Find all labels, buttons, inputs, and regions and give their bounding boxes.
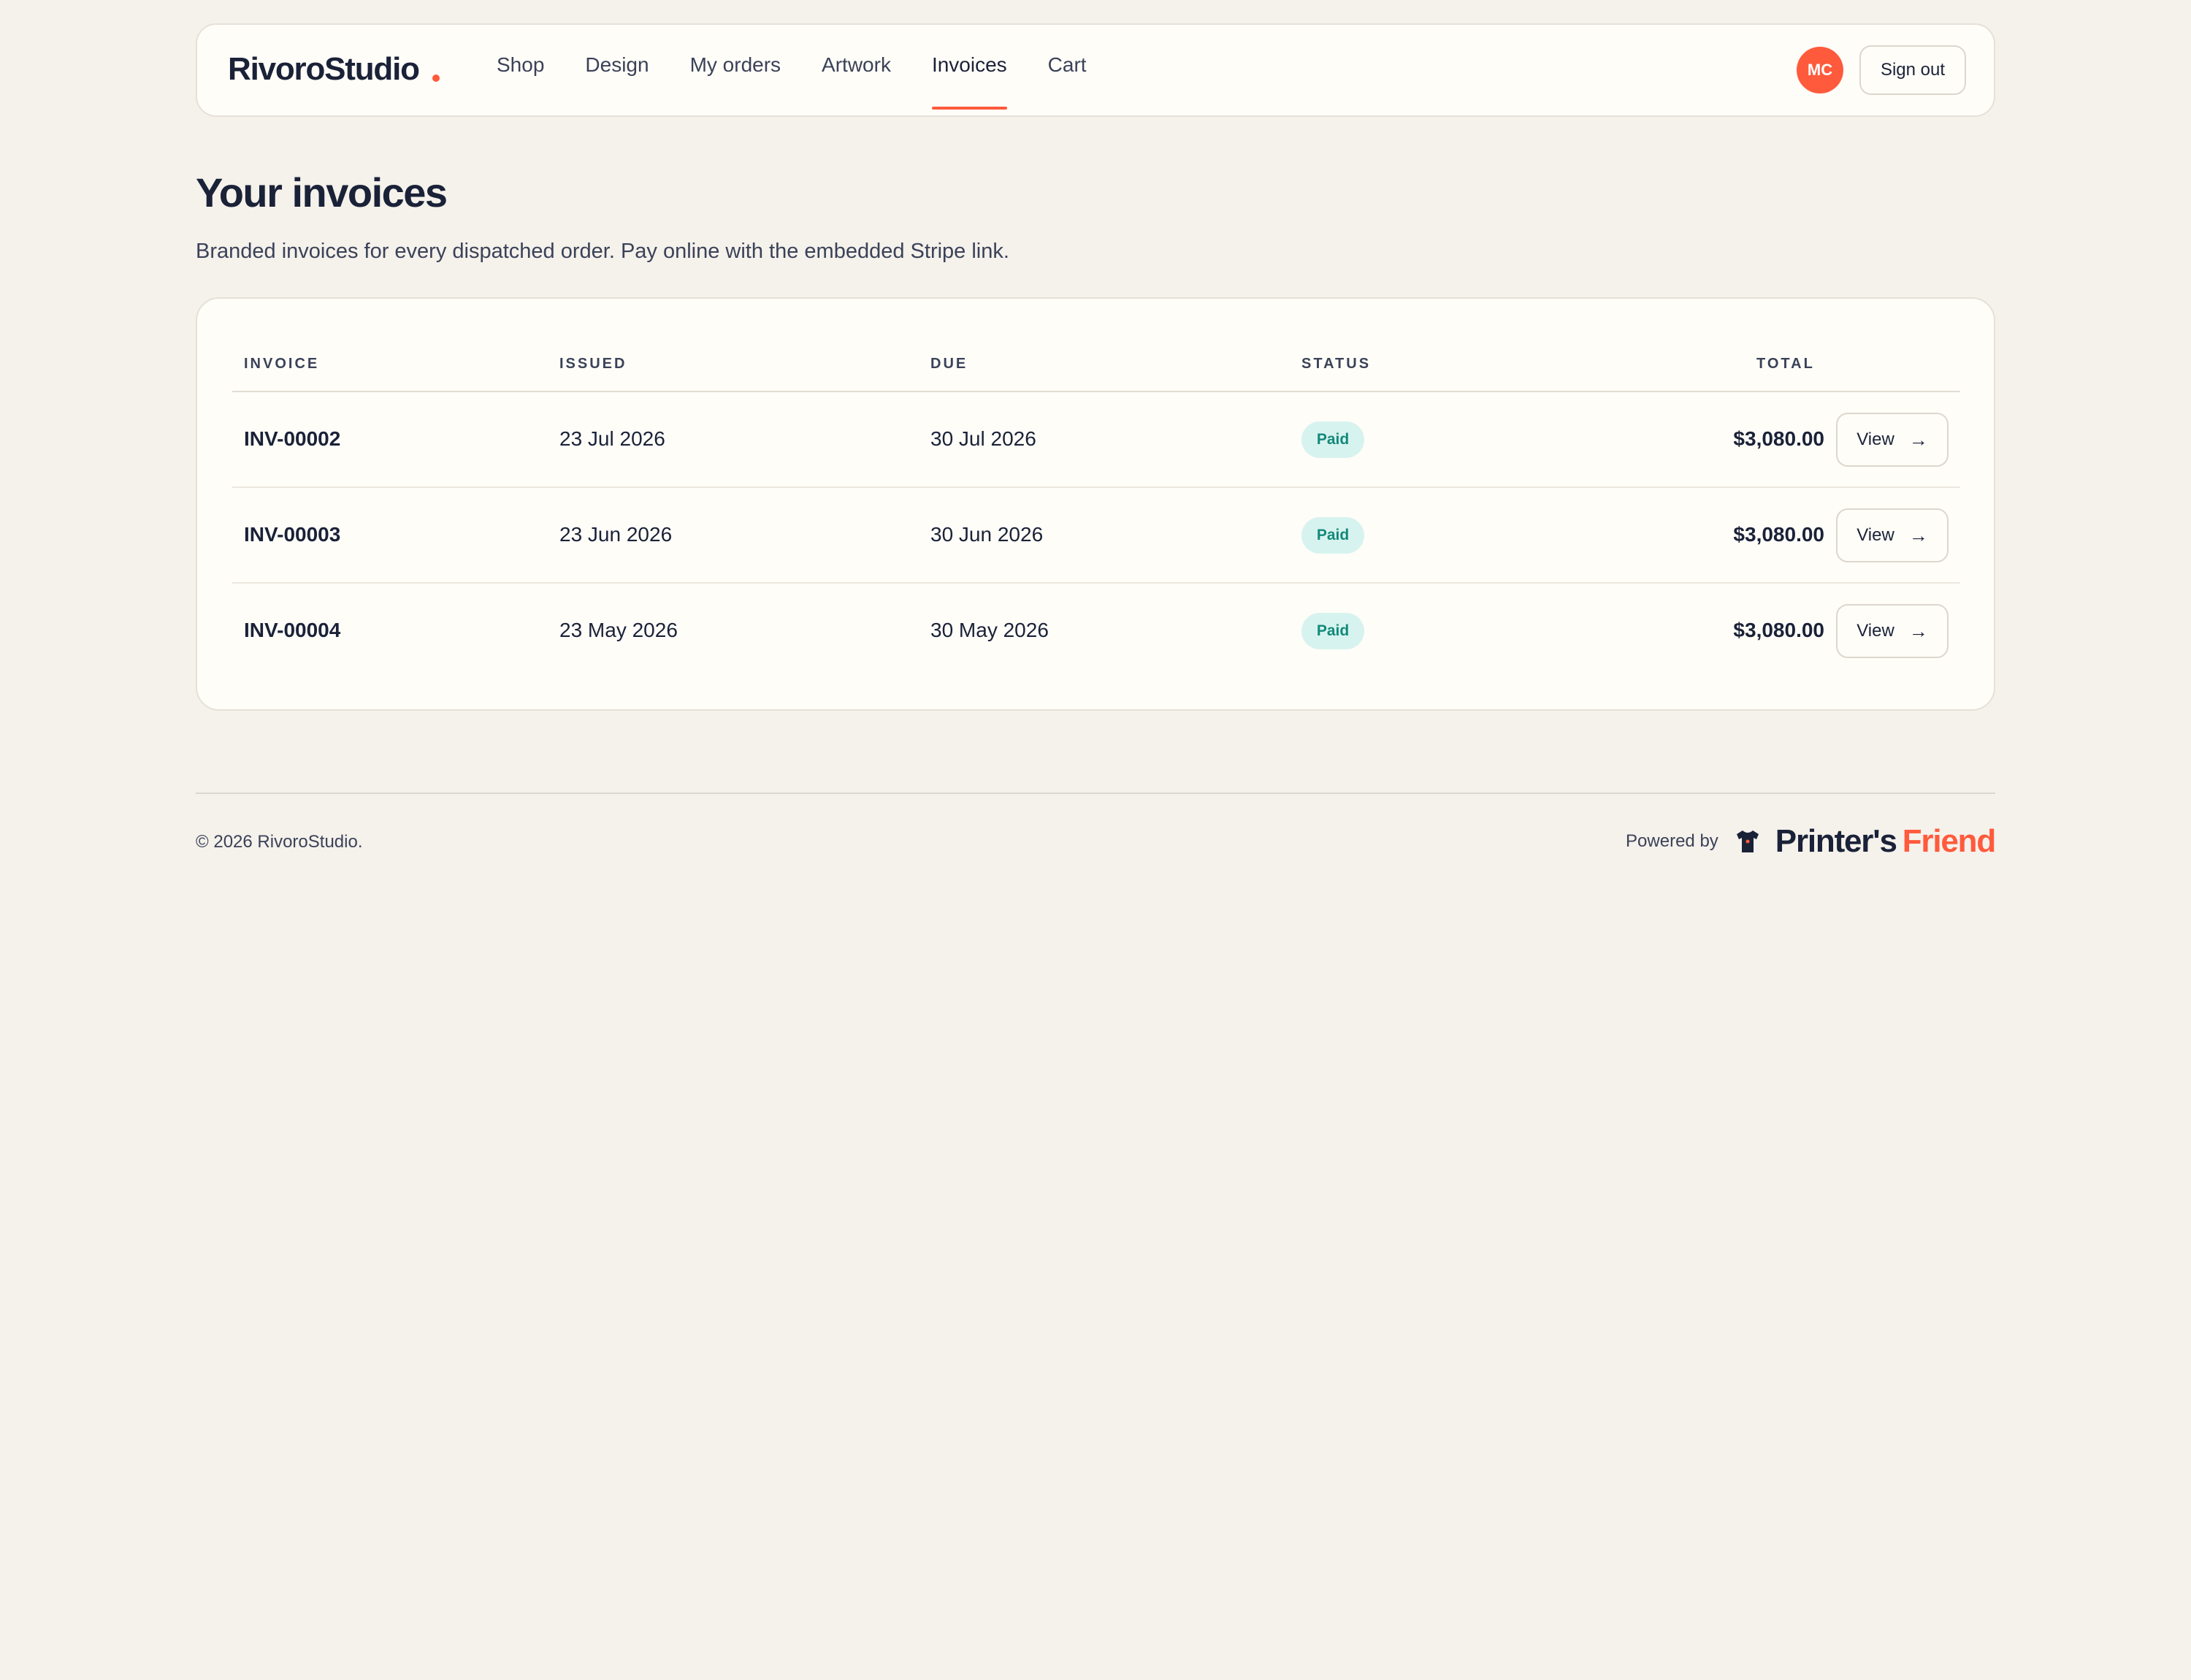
nav-item-invoices[interactable]: Invoices (931, 25, 1007, 115)
brand-name: RivoroStudio (228, 51, 420, 87)
avatar[interactable]: MC (1797, 47, 1843, 93)
column-header-issued: ISSUED (559, 356, 627, 372)
arrow-right-icon: → (1908, 428, 1928, 451)
status-badge: Paid (1301, 517, 1364, 554)
view-invoice-button[interactable]: View → (1836, 508, 1949, 562)
issued-date: 23 Jul 2026 (559, 427, 665, 450)
table-row: INV-00002 23 Jul 2026 30 Jul 2026 Paid $… (232, 392, 1960, 488)
nav-item-shop[interactable]: Shop (497, 25, 544, 115)
view-button-label: View (1857, 429, 1894, 449)
due-date: 30 Jul 2026 (930, 427, 1036, 450)
invoice-number: INV-00002 (244, 427, 341, 450)
table-header: INVOICE ISSUED DUE STATUS TOTAL (232, 340, 1960, 392)
page: RivoroStudio Shop Design My orders Artwo… (196, 23, 1996, 867)
powered-by[interactable]: Powered by Printer's Friend (1626, 823, 1996, 860)
partner-logo-name: Printer's (1775, 823, 1897, 859)
invoice-total: $3,080.00 (1733, 523, 1824, 546)
brand-logo[interactable]: RivoroStudio (228, 51, 440, 88)
brand-dot-icon (432, 75, 440, 82)
main-nav: Shop Design My orders Artwork Invoices C… (497, 25, 1128, 115)
nav-item-my-orders[interactable]: My orders (690, 25, 781, 115)
view-button-label: View (1857, 621, 1894, 641)
top-navigation-bar: RivoroStudio Shop Design My orders Artwo… (196, 23, 1995, 117)
invoice-number: INV-00004 (244, 619, 341, 641)
status-badge: Paid (1301, 421, 1364, 458)
invoices-card: INVOICE ISSUED DUE STATUS TOTAL INV-0000… (196, 297, 1995, 711)
nav-item-cart[interactable]: Cart (1048, 25, 1087, 115)
view-invoice-button[interactable]: View → (1836, 413, 1949, 467)
invoice-total: $3,080.00 (1733, 619, 1824, 641)
status-badge: Paid (1301, 613, 1364, 649)
column-header-total: TOTAL (1756, 356, 1815, 372)
page-subtitle: Branded invoices for every dispatched or… (196, 240, 1009, 263)
table-row: INV-00003 23 Jun 2026 30 Jun 2026 Paid $… (232, 488, 1960, 584)
sign-out-button[interactable]: Sign out (1859, 45, 1966, 95)
table-row: INV-00004 23 May 2026 30 May 2026 Paid $… (232, 584, 1960, 679)
due-date: 30 Jun 2026 (930, 523, 1044, 546)
view-button-label: View (1857, 525, 1894, 545)
partner-logo-accent: Friend (1902, 823, 1996, 859)
invoice-number: INV-00003 (244, 523, 341, 546)
footer: © 2026 RivoroStudio. Powered by Printer'… (196, 794, 1996, 867)
arrow-right-icon: → (1908, 524, 1928, 546)
nav-item-design[interactable]: Design (585, 25, 649, 115)
due-date: 30 May 2026 (930, 619, 1049, 641)
issued-date: 23 Jun 2026 (559, 523, 673, 546)
column-header-due: DUE (930, 356, 968, 372)
invoice-total: $3,080.00 (1733, 427, 1824, 450)
column-header-invoice: INVOICE (244, 356, 320, 372)
copyright-text: © 2026 RivoroStudio. (196, 832, 363, 852)
nav-item-artwork[interactable]: Artwork (822, 25, 891, 115)
invoices-table: INVOICE ISSUED DUE STATUS TOTAL INV-0000… (232, 340, 1960, 679)
page-title: Your invoices (196, 169, 448, 215)
issued-date: 23 May 2026 (559, 619, 678, 641)
view-invoice-button[interactable]: View → (1836, 604, 1949, 658)
arrow-right-icon: → (1908, 619, 1928, 642)
tshirt-icon (1736, 831, 1759, 852)
column-header-status: STATUS (1301, 356, 1372, 372)
powered-by-label: Powered by (1626, 831, 1718, 851)
